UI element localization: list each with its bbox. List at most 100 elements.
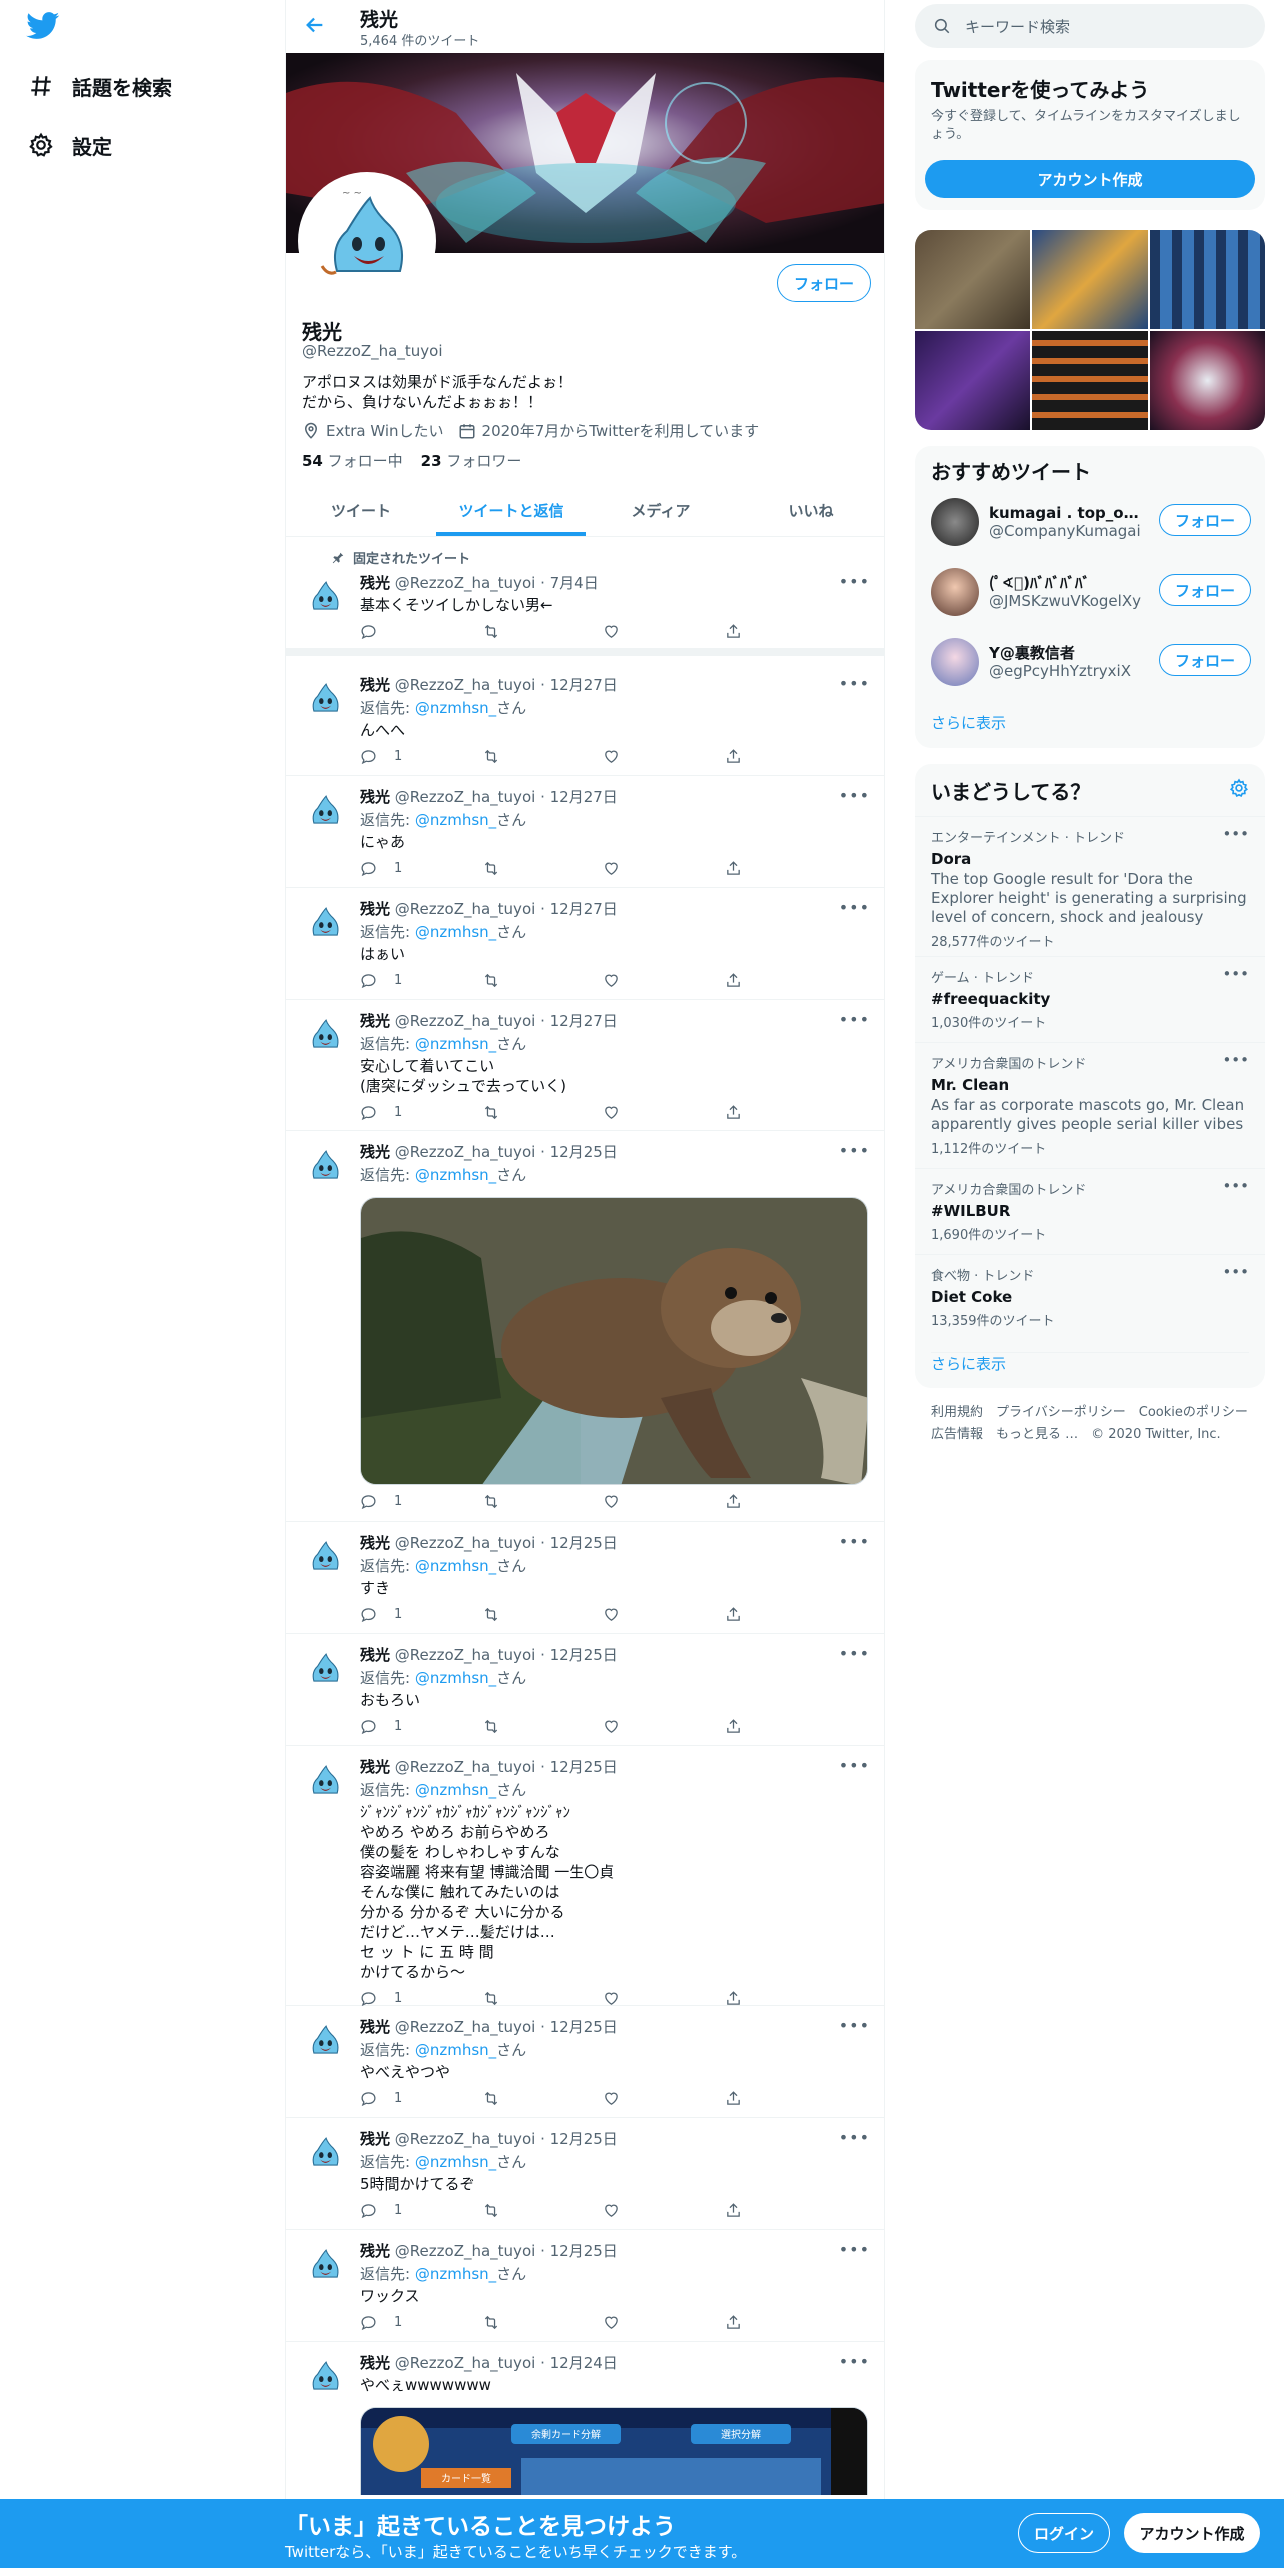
following-link[interactable]: 54 フォロー中 <box>302 450 403 471</box>
retweet-button[interactable] <box>482 1606 542 1623</box>
rec-show-more[interactable]: さらに表示 <box>931 712 1006 733</box>
tweet-date[interactable]: 12月25日 <box>550 1534 618 1552</box>
tweet-photo-otter[interactable] <box>360 1197 868 1485</box>
reply-to-link[interactable]: @nzmhsn_ <box>415 1557 496 1575</box>
tweet[interactable]: ••• 残光 @RezzoZ_ha_tuyoi · 12月27日 返信先: @nzm… <box>286 888 884 1000</box>
reply-button[interactable]: 1 <box>360 2202 420 2219</box>
retweet-button[interactable] <box>482 2090 542 2107</box>
retweet-button[interactable] <box>482 1493 542 1510</box>
share-button[interactable] <box>725 1990 785 2007</box>
avatar[interactable] <box>301 2354 349 2402</box>
avatar[interactable] <box>301 900 349 948</box>
avatar[interactable] <box>301 2018 349 2066</box>
profile-avatar[interactable]: ~ ~ <box>298 172 436 310</box>
reply-to-link[interactable]: @nzmhsn_ <box>415 699 496 717</box>
rec-user[interactable]: Y@裏教信者 @egPcyHhYztryxiX フォロー <box>915 626 1265 696</box>
retweet-button[interactable] <box>482 623 542 640</box>
share-button[interactable] <box>725 748 785 765</box>
pinned-tweet[interactable]: 固定されたツイート ••• 残光 @RezzoZ_ha_tuyoi · 7月4日… <box>286 538 884 656</box>
like-button[interactable] <box>603 2090 663 2107</box>
reply-to-link[interactable]: @nzmhsn_ <box>415 923 496 941</box>
reply-button[interactable]: 1 <box>360 1104 420 1121</box>
tweet-date[interactable]: 12月27日 <box>550 900 618 918</box>
trends-show-more[interactable]: さらに表示 <box>931 1352 1249 1374</box>
tweet[interactable]: ••• 残光 @RezzoZ_ha_tuyoi · 12月25日 返信先: @nzm… <box>286 2006 884 2118</box>
avatar[interactable] <box>301 1646 349 1694</box>
trend-item[interactable]: ••• エンターテインメント · トレンド Dora The top Googl… <box>915 816 1265 956</box>
tweet-handle[interactable]: @RezzoZ_ha_tuyoi <box>395 788 536 806</box>
retweet-button[interactable] <box>482 748 542 765</box>
tweet-date[interactable]: 12月25日 <box>550 2018 618 2036</box>
avatar[interactable] <box>301 1012 349 1060</box>
tweet-author[interactable]: 残光 <box>360 788 390 806</box>
share-button[interactable] <box>725 623 785 640</box>
tweet-author[interactable]: 残光 <box>360 2018 390 2036</box>
share-button[interactable] <box>725 2314 785 2331</box>
more-icon[interactable]: ••• <box>1222 825 1249 843</box>
signup-button[interactable]: アカウント作成 <box>1124 2513 1260 2553</box>
reply-to-link[interactable]: @nzmhsn_ <box>415 2041 496 2059</box>
retweet-button[interactable] <box>482 2314 542 2331</box>
tweet-date[interactable]: 12月27日 <box>550 676 618 694</box>
tweet-date[interactable]: 12月24日 <box>550 2354 618 2372</box>
tweet-date[interactable]: 12月25日 <box>550 2242 618 2260</box>
tweet[interactable]: ••• 残光 @RezzoZ_ha_tuyoi · 12月25日 返信先: @nzm… <box>286 2230 884 2342</box>
reply-to-link[interactable]: @nzmhsn_ <box>415 1669 496 1687</box>
avatar[interactable] <box>301 676 349 724</box>
rec-follow-button[interactable]: フォロー <box>1159 574 1251 606</box>
reply-to-link[interactable]: @nzmhsn_ <box>415 1035 496 1053</box>
tab-tweets[interactable]: ツイート <box>286 484 436 536</box>
tweet-author[interactable]: 残光 <box>360 574 390 592</box>
tweet-date[interactable]: 12月25日 <box>550 1758 618 1776</box>
media-thumb[interactable] <box>915 230 1031 329</box>
reply-button[interactable]: 1 <box>360 1718 420 1735</box>
tweet-handle[interactable]: @RezzoZ_ha_tuyoi <box>395 2018 536 2036</box>
tweet-author[interactable]: 残光 <box>360 2242 390 2260</box>
reply-button[interactable]: 1 <box>360 2090 420 2107</box>
retweet-button[interactable] <box>482 1718 542 1735</box>
media-thumb[interactable] <box>1149 331 1265 430</box>
more-icon[interactable]: ••• <box>1222 1051 1249 1069</box>
tweet-handle[interactable]: @RezzoZ_ha_tuyoi <box>395 900 536 918</box>
tweet-author[interactable]: 残光 <box>360 1758 390 1776</box>
reply-button[interactable] <box>360 623 420 640</box>
footer-links[interactable]: 利用規約 プライバシーポリシー Cookieのポリシー <box>931 1402 1248 1424</box>
reply-to-link[interactable]: @nzmhsn_ <box>415 811 496 829</box>
tweet[interactable]: ••• 残光 @RezzoZ_ha_tuyoi · 12月25日 返信先: @nzm… <box>286 1746 884 2007</box>
tweet-date[interactable]: 12月25日 <box>550 1646 618 1664</box>
avatar[interactable] <box>301 1758 349 1806</box>
media-thumb[interactable] <box>915 331 1031 430</box>
follow-button[interactable]: フォロー <box>777 264 871 302</box>
tweet-handle[interactable]: @RezzoZ_ha_tuyoi <box>395 1012 536 1030</box>
share-button[interactable] <box>725 2090 785 2107</box>
like-button[interactable] <box>603 623 663 640</box>
reply-to-link[interactable]: @nzmhsn_ <box>415 2153 496 2171</box>
followers-link[interactable]: 23 フォロワー <box>421 450 522 471</box>
like-button[interactable] <box>603 1493 663 1510</box>
avatar[interactable] <box>301 2242 349 2290</box>
tweet-handle[interactable]: @RezzoZ_ha_tuyoi <box>395 676 536 694</box>
tweet-author[interactable]: 残光 <box>360 1143 390 1161</box>
like-button[interactable] <box>603 1104 663 1121</box>
retweet-button[interactable] <box>482 860 542 877</box>
like-button[interactable] <box>603 2202 663 2219</box>
nav-explore[interactable]: 話題を検索 <box>28 66 172 106</box>
gear-icon[interactable] <box>1229 778 1249 798</box>
like-button[interactable] <box>603 1718 663 1735</box>
trend-item[interactable]: ••• アメリカ合衆国のトレンド #WILBUR 1,690件のツイート <box>915 1168 1265 1254</box>
more-icon[interactable]: ••• <box>1222 1263 1249 1281</box>
tweet-author[interactable]: 残光 <box>360 2130 390 2148</box>
tweet-handle[interactable]: @RezzoZ_ha_tuyoi <box>395 1758 536 1776</box>
tweet-author[interactable]: 残光 <box>360 900 390 918</box>
tweet[interactable]: ••• 残光 @RezzoZ_ha_tuyoi · 12月27日 返信先: @nzm… <box>286 776 884 888</box>
tweet-handle[interactable]: @RezzoZ_ha_tuyoi <box>395 1534 536 1552</box>
reply-button[interactable]: 1 <box>360 1990 420 2007</box>
tweet-handle[interactable]: @RezzoZ_ha_tuyoi <box>395 1646 536 1664</box>
tweet[interactable]: ••• 残光 @RezzoZ_ha_tuyoi · 12月27日 返信先: @nzm… <box>286 1000 884 1131</box>
trend-item[interactable]: ••• 食べ物 · トレンド Diet Coke 13,359件のツイート <box>915 1254 1265 1340</box>
share-button[interactable] <box>725 860 785 877</box>
footer-links[interactable]: 広告情報 もっと見る … © 2020 Twitter, Inc. <box>931 1424 1248 1446</box>
retweet-button[interactable] <box>482 972 542 989</box>
tweet[interactable]: ••• 残光 @RezzoZ_ha_tuyoi · 12月24日 やべぇwwwwww… <box>286 2342 884 2502</box>
avatar[interactable] <box>301 2130 349 2178</box>
